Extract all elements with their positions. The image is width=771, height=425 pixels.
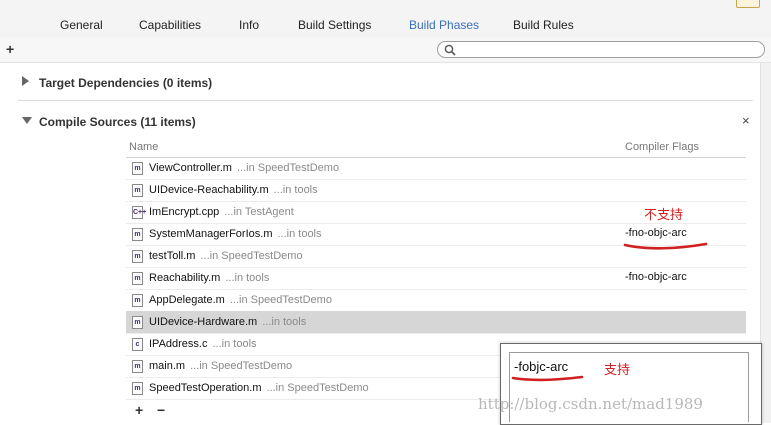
table-row[interactable]: m AppDelegate.m ...in SpeedTestDemo [126, 289, 746, 312]
compile-sources-header[interactable]: Compile Sources (11 items) [18, 111, 758, 131]
file-name-text: main.m [149, 360, 186, 372]
add-file-button[interactable]: + [135, 402, 157, 418]
watermark-text: http://blog.csdn.net/mad1989 [478, 395, 703, 413]
compile-sources-table-header: Name Compiler Flags [126, 138, 746, 158]
file-name: Reachability.m ...in tools [149, 272, 269, 284]
table-row[interactable]: m ViewController.m ...in SpeedTestDemo [126, 157, 746, 180]
search-input[interactable] [460, 43, 759, 58]
column-header-compiler-flags[interactable]: Compiler Flags [625, 141, 699, 153]
file-path: ...in SpeedTestDemo [266, 382, 369, 394]
table-row[interactable]: m UIDevice-Hardware.m ...in tools [126, 311, 746, 334]
disclosure-triangle-expanded-icon[interactable] [22, 117, 32, 124]
file-path: ...in TestAgent [224, 206, 294, 218]
tab-info[interactable]: Info [239, 18, 259, 32]
file-name: ViewController.m ...in SpeedTestDemo [149, 162, 339, 174]
remove-file-button[interactable]: − [157, 402, 179, 418]
file-name-text: SpeedTestOperation.m [149, 382, 262, 394]
file-path: ...in tools [277, 228, 322, 240]
table-row[interactable]: m Reachability.m ...in tools -fno-objc-arc [126, 267, 746, 290]
phases-toolbar: + [0, 38, 771, 63]
cpp-file-icon: C++ [132, 206, 146, 219]
add-build-phase-button[interactable]: + [6, 41, 14, 57]
file-name-text: SystemManagerForIos.m [149, 228, 273, 240]
file-name: SystemManagerForIos.m ...in tools [149, 228, 322, 240]
file-name-text: ImEncrypt.cpp [149, 206, 220, 218]
objc-file-icon: m [132, 294, 143, 307]
file-name-text: UIDevice-Hardware.m [149, 316, 258, 328]
column-header-name[interactable]: Name [129, 141, 158, 153]
compile-sources-label: Compile Sources (11 items) [39, 115, 196, 129]
editor-tab-bar: General Capabilities Info Build Settings… [0, 0, 771, 39]
file-name: UIDevice-Hardware.m ...in tools [149, 316, 306, 328]
file-name: IPAddress.c ...in tools [149, 338, 257, 350]
c-file-icon: c [132, 338, 143, 351]
file-name-text: UIDevice-Reachability.m [149, 184, 269, 196]
file-path: ...in SpeedTestDemo [229, 294, 332, 306]
file-name: AppDelegate.m ...in SpeedTestDemo [149, 294, 332, 306]
compiler-flags-editor-text: -fobjc-arc [514, 359, 569, 374]
compiler-flags-cell[interactable]: -fno-objc-arc [625, 271, 687, 283]
file-name-text: AppDelegate.m [149, 294, 225, 306]
objc-file-icon: m [132, 162, 143, 175]
file-path: ...in SpeedTestDemo [190, 360, 293, 372]
file-path: ...in tools [262, 316, 307, 328]
objc-file-icon: m [132, 272, 143, 285]
red-underline-mark [623, 242, 708, 250]
tab-general[interactable]: General [60, 18, 103, 32]
tab-capabilities[interactable]: Capabilities [139, 18, 201, 32]
target-dependencies-label: Target Dependencies (0 items) [39, 76, 213, 90]
file-name: main.m ...in SpeedTestDemo [149, 360, 292, 372]
file-name-text: testToll.m [149, 250, 196, 262]
file-path: ...in tools [225, 272, 270, 284]
objc-file-icon: m [132, 382, 143, 395]
search-field[interactable] [437, 41, 765, 58]
section-divider [18, 100, 753, 101]
file-name: SpeedTestOperation.m ...in SpeedTestDemo [149, 382, 369, 394]
file-name: testToll.m ...in SpeedTestDemo [149, 250, 303, 262]
file-path: ...in SpeedTestDemo [236, 162, 340, 174]
objc-file-icon: m [132, 228, 143, 241]
table-edit-buttons: + − [135, 402, 179, 418]
annotation-not-supported: 不支持 [644, 207, 684, 222]
warning-badge-icon [736, 0, 760, 8]
tab-build-phases[interactable]: Build Phases [409, 18, 479, 32]
objc-file-icon: m [132, 250, 143, 263]
file-name-text: ViewController.m [149, 162, 232, 174]
objc-file-icon: m [132, 360, 143, 373]
file-name-text: Reachability.m [149, 272, 221, 284]
file-path: ...in tools [273, 184, 318, 196]
table-row[interactable]: m UIDevice-Reachability.m ...in tools [126, 179, 746, 202]
target-dependencies-header[interactable]: Target Dependencies (0 items) [18, 72, 758, 92]
tab-build-rules[interactable]: Build Rules [513, 18, 574, 32]
disclosure-triangle-collapsed-icon[interactable] [22, 76, 29, 86]
objc-file-icon: m [132, 184, 143, 197]
file-name-text: IPAddress.c [149, 338, 208, 350]
tab-build-settings[interactable]: Build Settings [298, 18, 371, 32]
red-underline-mark [511, 375, 584, 382]
file-name: UIDevice-Reachability.m ...in tools [149, 184, 318, 196]
file-path: ...in SpeedTestDemo [200, 250, 303, 262]
annotation-supported: 支持 [604, 362, 631, 377]
delete-phase-icon[interactable]: × [742, 113, 750, 128]
file-name: ImEncrypt.cpp ...in TestAgent [149, 206, 294, 218]
search-icon [444, 44, 456, 56]
objc-file-icon: m [132, 316, 143, 329]
file-path: ...in tools [212, 338, 257, 350]
